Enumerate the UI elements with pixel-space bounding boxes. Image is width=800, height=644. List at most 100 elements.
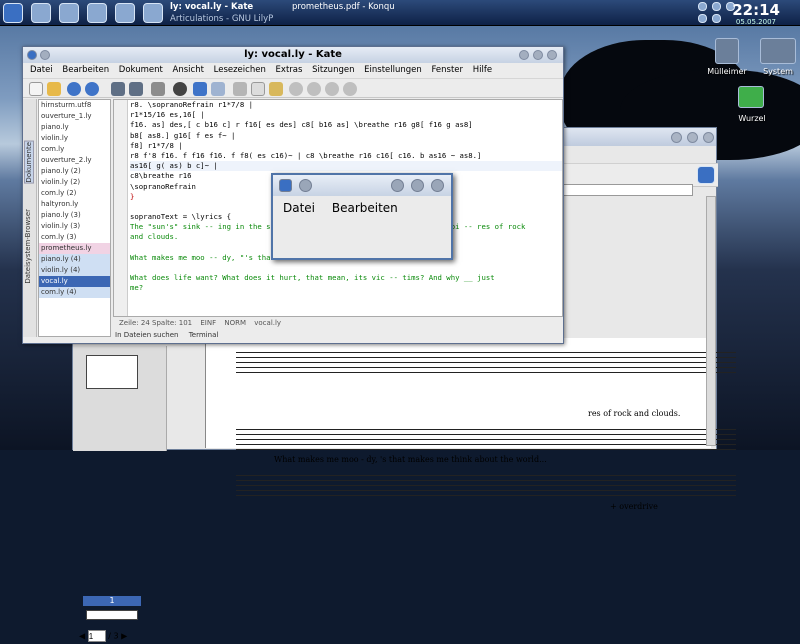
page-thumbnail[interactable] [86,355,138,389]
clock[interactable]: 22:14 [732,1,780,19]
menu-lesezeichen[interactable]: Lesezeichen [214,65,266,75]
tray-icon[interactable] [712,14,721,23]
document-list-item[interactable]: com.ly (4) [39,287,110,298]
back-icon[interactable] [67,82,81,96]
menu-einstellungen[interactable]: Einstellungen [364,65,422,75]
close-button[interactable] [703,132,714,143]
menu-bearbeiten[interactable]: Bearbeiten [62,65,109,75]
code-line[interactable]: as16[ g( as) b c]~ | [130,161,562,172]
kde-logo-icon[interactable] [697,166,715,184]
menu-fenster[interactable]: Fenster [432,65,464,75]
floating-titlebar[interactable] [273,175,451,196]
settings-icon[interactable] [115,3,135,23]
tray-icon[interactable] [712,2,721,11]
menu-dokument[interactable]: Dokument [119,65,163,75]
app-icon[interactable] [27,50,37,60]
kmenu-icon[interactable] [3,3,23,23]
code-line[interactable] [130,263,562,273]
page-input[interactable] [87,630,106,642]
open-icon[interactable] [47,82,61,96]
maximize-button[interactable] [687,132,698,143]
document-list-item[interactable]: piano.ly (4) [39,254,110,265]
document-list-item[interactable]: prometheus.ly [39,243,110,254]
copy-icon[interactable] [251,82,265,96]
document-list-item[interactable]: piano.ly [39,122,110,133]
page-thumbnail[interactable] [86,610,138,620]
document-list-item[interactable]: haltyron.ly [39,199,110,210]
cut-icon[interactable] [233,82,247,96]
code-line[interactable]: f8] r1*7/8 | [130,141,562,151]
code-line[interactable]: r8. \sopranoRefrain r1*7/8 | [130,100,562,110]
help-button[interactable] [299,179,312,192]
code-line[interactable]: b8[ as8.] g16[ f es f~ | [130,131,562,141]
menu-datei[interactable]: Datei [30,65,53,75]
find-icon[interactable] [289,82,303,96]
app-icon[interactable] [279,179,292,192]
gimp-icon[interactable] [143,3,163,23]
tab-find-in-files[interactable]: In Dateien suchen [115,331,178,339]
document-list-item[interactable]: ouverture_2.ly [39,155,110,166]
code-line[interactable]: me? [130,283,562,293]
document-list-item[interactable]: vocal.ly [39,276,110,287]
tab-dateisystem[interactable]: Dateisystem-Browser [24,209,32,284]
tab-terminal[interactable]: Terminal [189,331,219,339]
undo-icon[interactable] [193,82,207,96]
close-button[interactable] [547,50,557,60]
menu-hilfe[interactable]: Hilfe [473,65,492,75]
menu-extras[interactable]: Extras [276,65,303,75]
close-button[interactable] [431,179,444,192]
document-list-item[interactable]: piano.ly (2) [39,166,110,177]
maximize-button[interactable] [533,50,543,60]
print-icon[interactable] [151,82,165,96]
next-page-icon[interactable]: ▶ [121,632,127,641]
home-icon[interactable] [59,3,79,23]
document-list-item[interactable]: ouverture_1.ly [39,111,110,122]
editor-icon[interactable] [87,3,107,23]
document-list-item[interactable]: violin.ly (4) [39,265,110,276]
document-list-item[interactable]: violin.ly (3) [39,221,110,232]
document-list-item[interactable]: hirnsturm.utf8 [39,100,110,111]
maximize-button[interactable] [411,179,424,192]
zoom-in-icon[interactable] [325,82,339,96]
document-list-item[interactable]: violin.ly [39,133,110,144]
task-articulations[interactable]: Articulations - GNU LilyP [170,13,273,26]
close-doc-icon[interactable] [173,82,187,96]
prev-page-icon[interactable]: ◀ [79,632,85,641]
help-button[interactable] [40,50,50,60]
code-line[interactable]: What does life want? What does it hurt, … [130,273,562,283]
task-konqueror[interactable]: prometheus.pdf - Konqu [292,1,395,14]
new-icon[interactable] [29,82,43,96]
document-list-item[interactable]: piano.ly (3) [39,210,110,221]
code-line[interactable]: f16. as] des,[ c b16 c] r f16[ es des] c… [130,120,562,130]
konqueror-icon[interactable] [31,3,51,23]
paste-icon[interactable] [269,82,283,96]
system-icon[interactable] [760,38,796,64]
menu-bearbeiten[interactable]: Bearbeiten [332,201,398,215]
insert-mode[interactable]: EINF [200,319,216,327]
tray-icon[interactable] [698,2,707,11]
code-line[interactable]: r1*15/16 es,16[ | [130,110,562,120]
document-list-item[interactable]: violin.ly (2) [39,177,110,188]
menu-datei[interactable]: Datei [283,201,315,215]
forward-icon[interactable] [85,82,99,96]
replace-icon[interactable] [307,82,321,96]
save-as-icon[interactable] [129,82,143,96]
minimize-button[interactable] [671,132,682,143]
thumbnail-selected[interactable]: 1 [83,596,141,606]
zoom-out-icon[interactable] [343,82,357,96]
code-line[interactable]: r8 f'8 f16. f f16 f16. f f8( es c16)~ | … [130,151,562,161]
window-title[interactable]: ly: vocal.ly - Kate [23,47,563,63]
menu-sitzungen[interactable]: Sitzungen [312,65,354,75]
minimize-button[interactable] [519,50,529,60]
document-list-item[interactable]: com.ly (3) [39,232,110,243]
tray-icon[interactable] [698,14,707,23]
folder-icon[interactable] [738,86,764,108]
tab-dokumente[interactable]: Dokumente [24,141,34,184]
document-list-item[interactable]: com.ly (2) [39,188,110,199]
menu-ansicht[interactable]: Ansicht [173,65,204,75]
trash-icon[interactable] [715,38,739,64]
vertical-scrollbar[interactable] [706,196,716,446]
redo-icon[interactable] [211,82,225,96]
save-icon[interactable] [111,82,125,96]
minimize-button[interactable] [391,179,404,192]
